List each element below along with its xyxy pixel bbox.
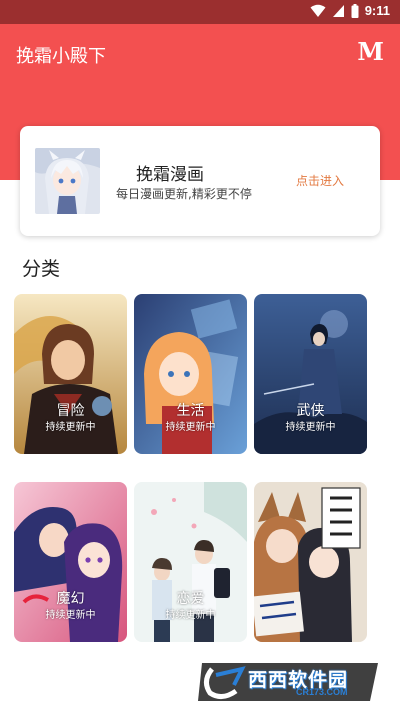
- featured-title: 挽霜漫画: [136, 165, 204, 185]
- category-status: 持续更新中: [285, 422, 336, 433]
- wifi-icon: [310, 4, 326, 17]
- app-screen: 9:11 挽霜小殿下 M 挽霜漫画 每日漫画更新,精彩更不停 点击进入 分类 冒…: [0, 0, 400, 710]
- category-name: 生活: [176, 403, 205, 419]
- category-card-life[interactable]: 生活 持续更新中: [134, 294, 247, 454]
- battery-icon: [351, 3, 359, 18]
- category-name: 武侠: [296, 403, 325, 419]
- category-status: 持续更新中: [165, 422, 216, 433]
- category-cover-image: [254, 482, 367, 642]
- category-status: 持续更新中: [165, 610, 216, 621]
- category-card-adventure[interactable]: 冒险 持续更新中: [14, 294, 127, 454]
- category-name: 恋爱: [176, 591, 205, 607]
- featured-card[interactable]: 挽霜漫画 每日漫画更新,精彩更不停 点击进入: [20, 126, 380, 236]
- section-title: 分类: [22, 258, 61, 280]
- app-logo[interactable]: M: [357, 37, 384, 66]
- featured-cover-image: [35, 148, 100, 214]
- enter-button[interactable]: 点击进入: [296, 172, 344, 189]
- category-card-6[interactable]: [254, 482, 367, 642]
- status-bar: 9:11: [0, 0, 400, 24]
- app-title: 挽霜小殿下: [16, 46, 106, 67]
- category-card-martial-arts[interactable]: 武侠 持续更新中: [254, 294, 367, 454]
- category-card-fantasy[interactable]: 魔幻 持续更新中: [14, 482, 127, 642]
- status-time: 9:11: [364, 3, 390, 18]
- category-name: 魔幻: [56, 591, 85, 607]
- signal-icon: [332, 4, 344, 17]
- watermark-url: CR173.COM: [296, 687, 348, 697]
- watermark: 西西软件园 CR173.COM: [198, 661, 382, 703]
- category-name: 冒险: [56, 403, 85, 419]
- category-card-romance[interactable]: 恋爱 持续更新中: [134, 482, 247, 642]
- category-status: 持续更新中: [45, 610, 96, 621]
- category-status: 持续更新中: [45, 422, 96, 433]
- featured-subtitle: 每日漫画更新,精彩更不停: [116, 187, 252, 201]
